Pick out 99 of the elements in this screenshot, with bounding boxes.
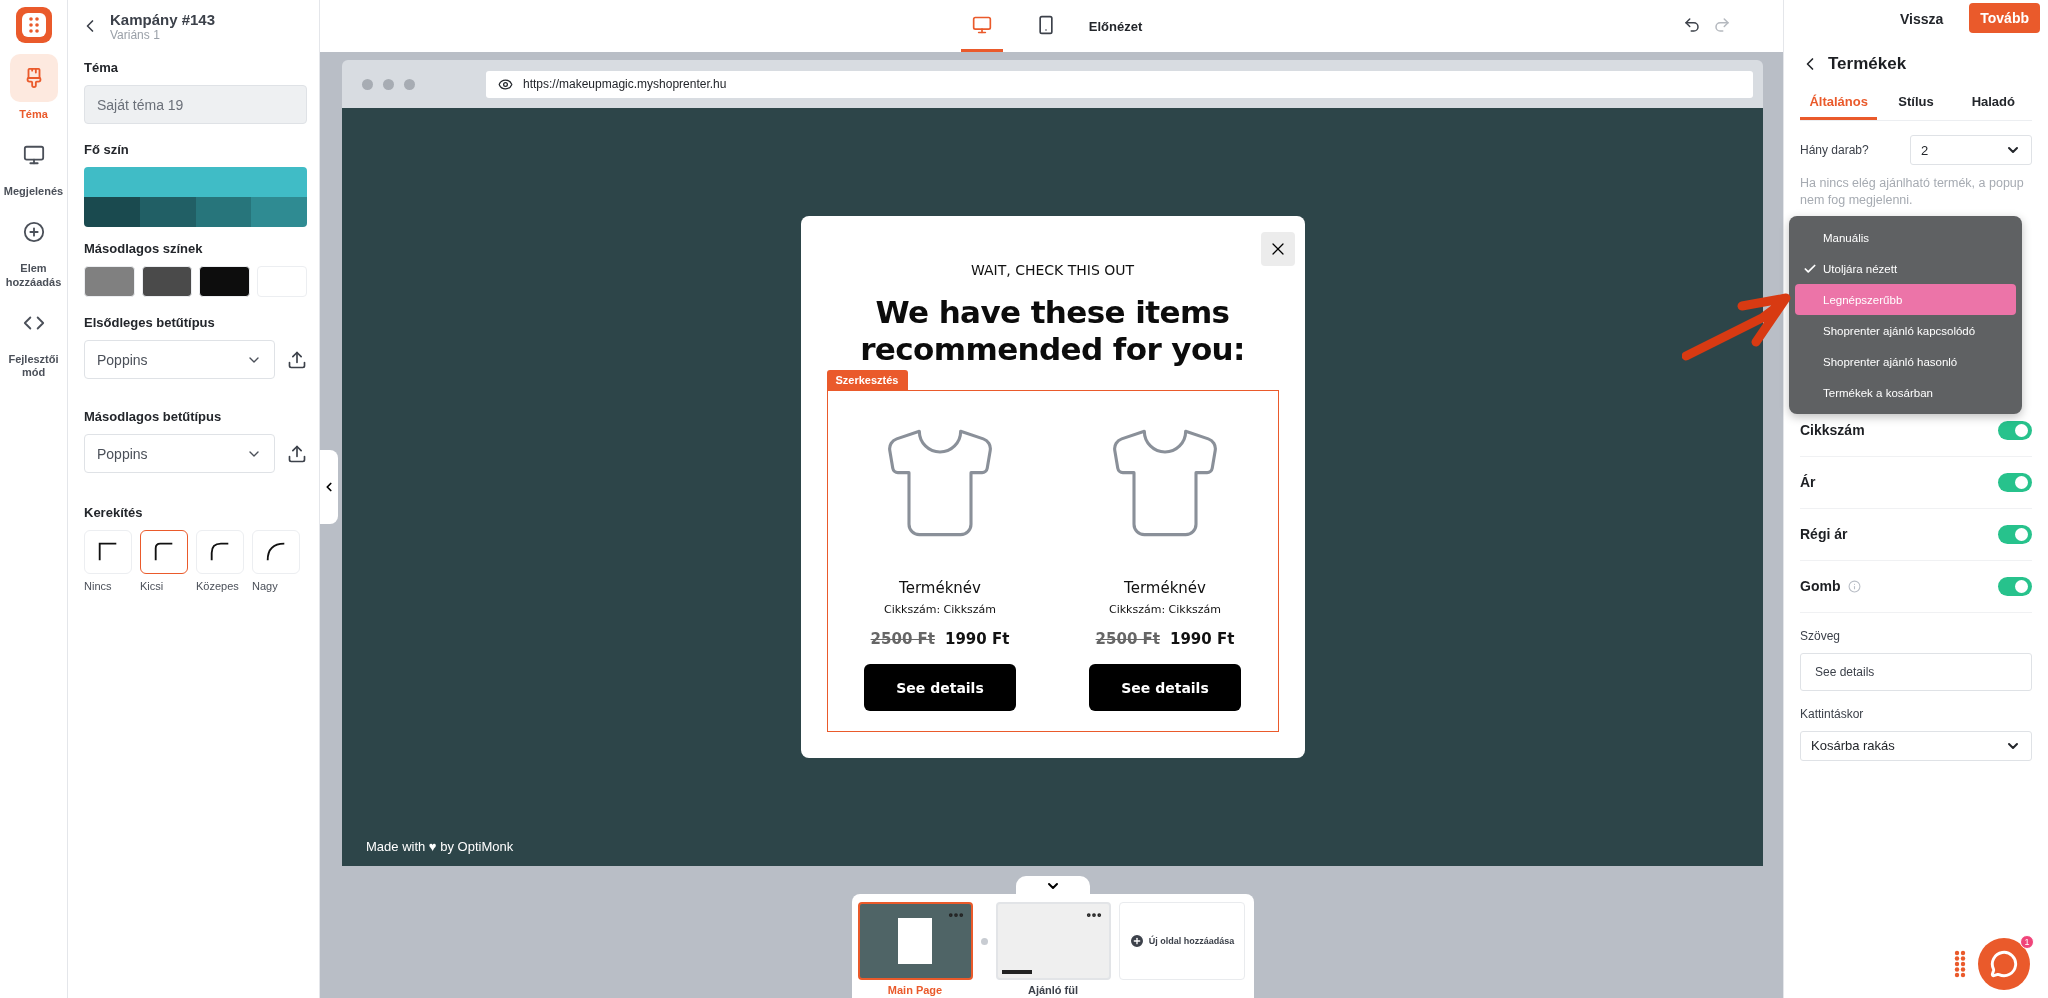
field-label: Hány darab?: [1800, 143, 1869, 157]
collapse-handle[interactable]: [320, 450, 338, 524]
eye-icon: [498, 76, 513, 92]
count-select[interactable]: 2: [1910, 135, 2032, 165]
edit-tag[interactable]: Szerkesztés: [826, 370, 908, 391]
hint-text: Ha nincs elég ajánlható termék, a popup nem fog megjelenni.: [1800, 175, 2025, 209]
desktop-icon: [971, 14, 992, 35]
menu-item[interactable]: Shoprenter ajánló hasonló: [1795, 346, 2016, 377]
toggle-label: Cikkszám: [1800, 422, 1865, 439]
page-thumbnail[interactable]: [857, 902, 973, 980]
rounding-label: Nagy: [252, 580, 279, 592]
page-label: Ajánló fül: [1027, 984, 1079, 996]
url-field[interactable]: https://makeupmagic.myshoprenter.hu: [486, 70, 1753, 98]
price: 1990 Ft: [1170, 630, 1235, 649]
menu-item[interactable]: Shoprenter ajánló kapcsolódó: [1795, 315, 2016, 346]
color-swatch[interactable]: [141, 266, 192, 297]
toggle-switch[interactable]: [1998, 524, 2032, 544]
next-button[interactable]: Tovább: [1969, 3, 2040, 33]
field-label: Kattintáskor: [1800, 706, 1865, 721]
color-swatch[interactable]: [195, 197, 252, 227]
logo-icon[interactable]: [14, 6, 53, 44]
info-icon: [1848, 579, 1862, 593]
toggle-label: Gomb: [1800, 578, 1841, 595]
panel-title: Termékek: [1828, 54, 1907, 74]
notification-badge: 1: [2020, 935, 2034, 949]
details-button[interactable]: See details: [1089, 664, 1241, 712]
menu-item[interactable]: Manuális: [1795, 222, 2016, 253]
toggle-label: Régi ár: [1800, 526, 1848, 543]
chat-icon: [1990, 950, 2018, 978]
add-icon: [22, 221, 45, 244]
toggle-label: Ár: [1800, 474, 1816, 491]
section-label: Másodlagos betűtípus: [84, 409, 223, 424]
redo-icon[interactable]: [1713, 16, 1731, 34]
mini-bar: [1001, 970, 1032, 974]
window-dot: [383, 78, 394, 90]
product-name: Terméknév: [1124, 579, 1206, 598]
toggle-switch[interactable]: [1998, 472, 2032, 492]
section-label: Másodlagos színek: [84, 241, 204, 256]
preview-link[interactable]: Előnézet: [1088, 18, 1143, 34]
rounding-label: Nincs: [84, 580, 113, 592]
color-swatch[interactable]: [84, 167, 307, 197]
footer-credit: Made with ♥ by OptiMonk: [366, 839, 514, 854]
click-action-select[interactable]: Kosárba rakás: [1800, 730, 2032, 761]
settings-tab[interactable]: Haladó: [1954, 86, 2032, 120]
color-swatch[interactable]: [139, 197, 196, 227]
upload-icon[interactable]: [287, 443, 307, 464]
monitor-icon: [22, 144, 45, 167]
field-label: Szöveg: [1800, 628, 1842, 643]
upload-icon[interactable]: [287, 349, 307, 370]
details-button[interactable]: See details: [864, 664, 1016, 712]
add-page-button[interactable]: Új oldal hozzáadása: [1118, 902, 1245, 980]
menu-item[interactable]: Utoljára nézett: [1795, 253, 2016, 284]
toggle-switch[interactable]: [1998, 576, 2032, 596]
toggle-switch[interactable]: [1998, 420, 2032, 440]
color-swatch[interactable]: [251, 197, 307, 227]
theme-field[interactable]: Saját téma 19: [84, 85, 307, 124]
product-sku: Cikkszám: Cikkszám: [1108, 603, 1222, 617]
dots-grid-icon[interactable]: [1954, 950, 1966, 978]
page-label: Main Page: [887, 984, 943, 996]
mini-popup: [898, 918, 932, 964]
old-price: 2500 Ft: [1095, 630, 1160, 649]
font-select[interactable]: Poppins: [84, 434, 275, 473]
section-label: Kerekítés: [84, 505, 144, 520]
settings-tab[interactable]: Általános: [1800, 86, 1878, 120]
rail-label: Megjelenés: [3, 185, 64, 199]
campaign-title: Kampány #143: [110, 10, 216, 28]
section-label: Téma: [84, 60, 119, 75]
close-button[interactable]: [1260, 231, 1295, 266]
rounding-label: Közepes: [196, 580, 240, 592]
product-name: Terméknév: [899, 579, 981, 598]
section-label: Fő szín: [84, 142, 130, 157]
product-block[interactable]: Terméknév Cikkszám: Cikkszám 2500 Ft 1990 Ft See details Terméknév Cikkszám: Cikkszám 2500 Ft 1990 Ft See details: [826, 390, 1279, 733]
window-dot: [362, 78, 373, 90]
price: 1990 Ft: [945, 630, 1010, 649]
rounding-option[interactable]: [140, 530, 188, 574]
product-sku: Cikkszám: Cikkszám: [883, 603, 997, 617]
settings-tab[interactable]: Stílus: [1877, 86, 1955, 120]
rail-label: Fejlesztői mód: [7, 352, 60, 380]
variant-subtitle: Variáns 1: [110, 27, 160, 42]
back-button[interactable]: Vissza: [1893, 10, 1950, 28]
add-icon: [1128, 933, 1145, 949]
rail-label: Téma: [19, 108, 48, 122]
color-swatch[interactable]: [199, 266, 250, 297]
popup-headline: We have these items recommended for you:: [859, 293, 1246, 369]
font-select[interactable]: Poppins: [84, 340, 275, 379]
rail-label: Elem hozzáadás: [4, 262, 63, 289]
color-swatch[interactable]: [84, 197, 140, 227]
popup-kicker: WAIT, CHECK THIS OUT: [970, 261, 1135, 278]
text-input[interactable]: See details: [1800, 652, 2032, 691]
rounding-label: Kicsi: [140, 580, 165, 592]
color-swatch[interactable]: [84, 266, 135, 297]
window-dot: [404, 78, 415, 90]
menu-item[interactable]: Termékek a kosárban: [1795, 377, 2016, 408]
old-price: 2500 Ft: [870, 630, 935, 649]
section-label: Elsődleges betűtípus: [84, 315, 216, 330]
url-text: https://makeupmagic.myshoprenter.hu: [523, 77, 727, 91]
rail-button[interactable]: [9, 54, 58, 102]
separator-dot: [980, 938, 988, 945]
undo-icon[interactable]: [1683, 16, 1701, 34]
